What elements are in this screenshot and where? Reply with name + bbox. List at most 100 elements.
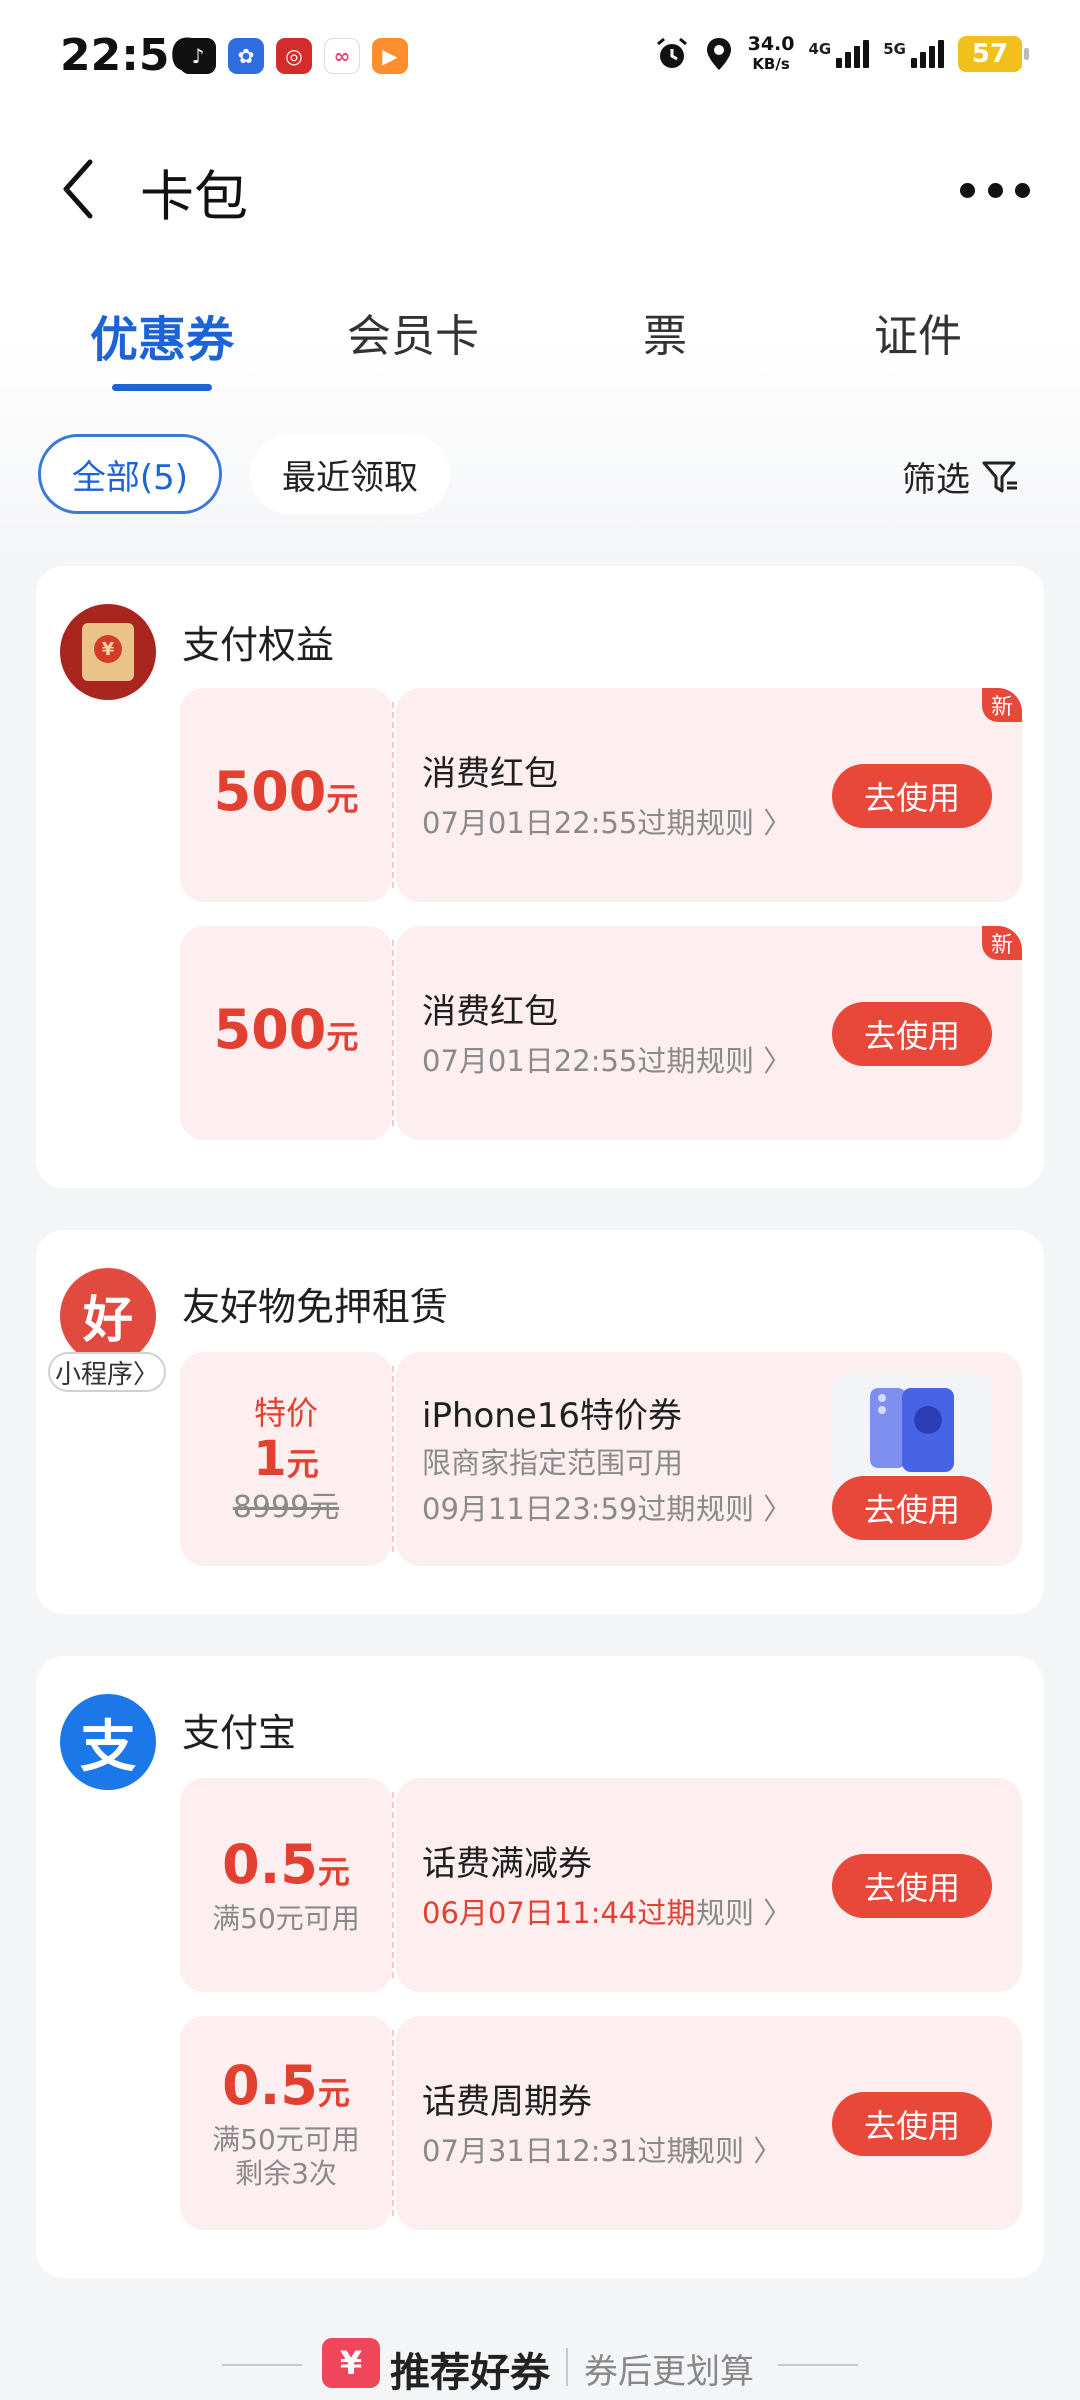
baidu-icon: ✿ [228, 38, 264, 74]
chevron-right-icon: 〉 [763, 1896, 793, 1930]
net-type-label: 4G [808, 40, 832, 58]
coupon-description: 限商家指定范围可用 [422, 1446, 684, 1480]
merchant-name: 支付宝 [182, 1711, 297, 1755]
remaining-uses: 剩余3次 [235, 2156, 337, 2190]
coupon-amount: 500元 [213, 997, 359, 1061]
divider-line [778, 2364, 858, 2366]
use-coupon-button[interactable]: 去使用 [832, 2092, 992, 2156]
coupon-name: 话费周期券 [422, 2082, 592, 2122]
recommend-section-header: ¥ 推荐好券 券后更划算 [0, 2326, 1080, 2400]
merchant-card-alipay: 支 支付宝 0.5元 满50元可用 话费满减券 06月07日11:44过期 规则… [36, 1656, 1044, 2278]
coupon-expiry: 07月01日22:55过期 [422, 806, 696, 840]
merchant-name: 支付权益 [182, 623, 335, 667]
coupon-name: iPhone16特价券 [422, 1396, 683, 1436]
rental-logo-icon: 好 [60, 1268, 156, 1364]
filter-all-chip[interactable]: 全部(5) [38, 434, 222, 514]
chevron-right-icon: 〉 [133, 1359, 160, 1390]
page-title: 卡包 [140, 165, 248, 228]
new-badge: 新 [982, 926, 1022, 960]
filter-label: 筛选 [902, 460, 970, 500]
coupon-condition: 满50元可用 [212, 2122, 360, 2156]
coupon-amount: 500元 [213, 759, 359, 823]
status-bar: 22:56 ♪ ✿ ◎ ∞ ▶ 34.0 KB/s 4G 5G 57 [0, 0, 1080, 112]
coupon-value: 500元 [180, 926, 392, 1140]
red-envelope-icon: ¥ [60, 604, 156, 700]
coupon-item[interactable]: 500元 消费红包 07月01日22:55过期 规则 〉 去使用 新 [180, 926, 1022, 1140]
coupon-item[interactable]: 0.5元 满50元可用 话费满减券 06月07日11:44过期 规则 〉 去使用 [180, 1778, 1022, 1992]
coupon-info: 话费周期券 07月31日12:31过期 规则 〉 去使用 [396, 2016, 1022, 2230]
battery-indicator: 57 [958, 36, 1029, 72]
tiktok-icon: ♪ [180, 38, 216, 74]
location-icon [706, 38, 731, 70]
use-coupon-button[interactable]: 去使用 [832, 1476, 992, 1540]
coupon-info: iPhone16特价券 限商家指定范围可用 09月11日23:59过期 规则 〉… [396, 1352, 1022, 1566]
more-options-icon[interactable] [960, 170, 1030, 210]
coupon-name: 话费满减券 [422, 1844, 592, 1884]
coupon-item[interactable]: 特价 1元 8999元 iPhone16特价券 限商家指定范围可用 09月11日… [180, 1352, 1022, 1566]
original-price: 8999元 [232, 1489, 340, 1525]
speed-value: 34.0 [747, 33, 795, 55]
use-coupon-button[interactable]: 去使用 [832, 764, 992, 828]
use-coupon-button[interactable]: 去使用 [832, 1002, 992, 1066]
recommend-title: 推荐好券 [390, 2350, 550, 2396]
coupon-amount: 0.5元 [222, 1832, 350, 1896]
signal-4g: 4G [809, 40, 870, 68]
recommend-subtitle: 券后更划算 [584, 2352, 754, 2392]
merchant-card-rental: 好 小程序〉 友好物免押租赁 特价 1元 8999元 iPhone16特价券 限… [36, 1230, 1044, 1614]
coupon-expiry: 07月31日12:31过期 [422, 2134, 696, 2168]
rule-link[interactable]: 规则 〉 [696, 1890, 792, 1932]
speed-unit: KB/s [752, 55, 790, 73]
rule-link[interactable]: 规则 〉 [696, 800, 792, 842]
new-badge: 新 [982, 688, 1022, 722]
chevron-right-icon: 〉 [763, 1044, 793, 1078]
coupon-logo-icon: ¥ [322, 2338, 380, 2388]
coupon-name: 消费红包 [422, 754, 558, 794]
rule-link[interactable]: 规则 〉 [696, 1038, 792, 1080]
status-indicators: 34.0 KB/s 4G 5G 57 [654, 34, 1029, 74]
alipay-logo-icon: 支 [60, 1694, 156, 1790]
merchant-name: 友好物免押租赁 [182, 1285, 449, 1329]
coupon-info: 消费红包 07月01日22:55过期 规则 〉 去使用 新 [396, 926, 1022, 1140]
mini-program-tag[interactable]: 小程序〉 [48, 1352, 166, 1392]
coupon-condition: 满50元可用 [212, 1901, 360, 1935]
back-icon[interactable] [52, 154, 112, 224]
coupon-item[interactable]: 500元 消费红包 07月01日22:55过期 规则 〉 去使用 新 [180, 688, 1022, 902]
nav-header: 卡包 [0, 130, 1080, 250]
coupon-expiry: 07月01日22:55过期 [422, 1044, 696, 1078]
merchant-card-payment-benefits: ¥ 支付权益 500元 消费红包 07月01日22:55过期 规则 〉 去使用 … [36, 566, 1044, 1188]
coupon-amount: 1元 [253, 1430, 319, 1487]
rule-link[interactable]: 规则 〉 [696, 1486, 792, 1528]
coupon-info: 话费满减券 06月07日11:44过期 规则 〉 去使用 [396, 1778, 1022, 1992]
coupon-value: 0.5元 满50元可用 [180, 1778, 392, 1992]
tab-coupons[interactable]: 优惠券 [37, 300, 287, 370]
signal-5g: 5G [883, 40, 944, 68]
special-price-label: 特价 [253, 1393, 318, 1432]
coupon-item[interactable]: 0.5元 满50元可用 剩余3次 话费周期券 07月31日12:31过期 规则 … [180, 2016, 1022, 2230]
coupon-value: 特价 1元 8999元 [180, 1352, 392, 1566]
coupon-name: 消费红包 [422, 992, 558, 1032]
use-coupon-button[interactable]: 去使用 [832, 1854, 992, 1918]
coupon-amount: 0.5元 [222, 2053, 350, 2117]
tab-member-cards[interactable]: 会员卡 [288, 300, 538, 364]
tab-ids[interactable]: 证件 [793, 300, 1043, 364]
chevron-right-icon: 〉 [763, 1492, 793, 1526]
bank-icon: ◎ [276, 38, 312, 74]
notification-icons: ♪ ✿ ◎ ∞ ▶ [180, 38, 408, 74]
active-tab-indicator [112, 384, 212, 391]
filter-bar: 全部(5) 最近领取 筛选 [0, 430, 1080, 520]
app-icon: ∞ [324, 38, 360, 74]
coupon-value: 500元 [180, 688, 392, 902]
coupon-expiry: 09月11日23:59过期 [422, 1492, 696, 1526]
chevron-right-icon: 〉 [763, 806, 793, 840]
alarm-icon [656, 37, 687, 68]
tab-tickets[interactable]: 票 [540, 300, 790, 364]
coupon-expiry: 06月07日11:44过期 [422, 1896, 696, 1930]
divider-line [222, 2364, 302, 2366]
tab-bar: 优惠券 会员卡 票 证件 [0, 290, 1080, 400]
filter-recent-chip[interactable]: 最近领取 [250, 434, 450, 514]
video-app-icon: ▶ [372, 38, 408, 74]
rule-link[interactable]: 规则 〉 [686, 2128, 782, 2170]
network-speed: 34.0 KB/s [748, 34, 795, 74]
coupon-value: 0.5元 满50元可用 剩余3次 [180, 2016, 392, 2230]
filter-button[interactable]: 筛选 [902, 452, 1020, 501]
